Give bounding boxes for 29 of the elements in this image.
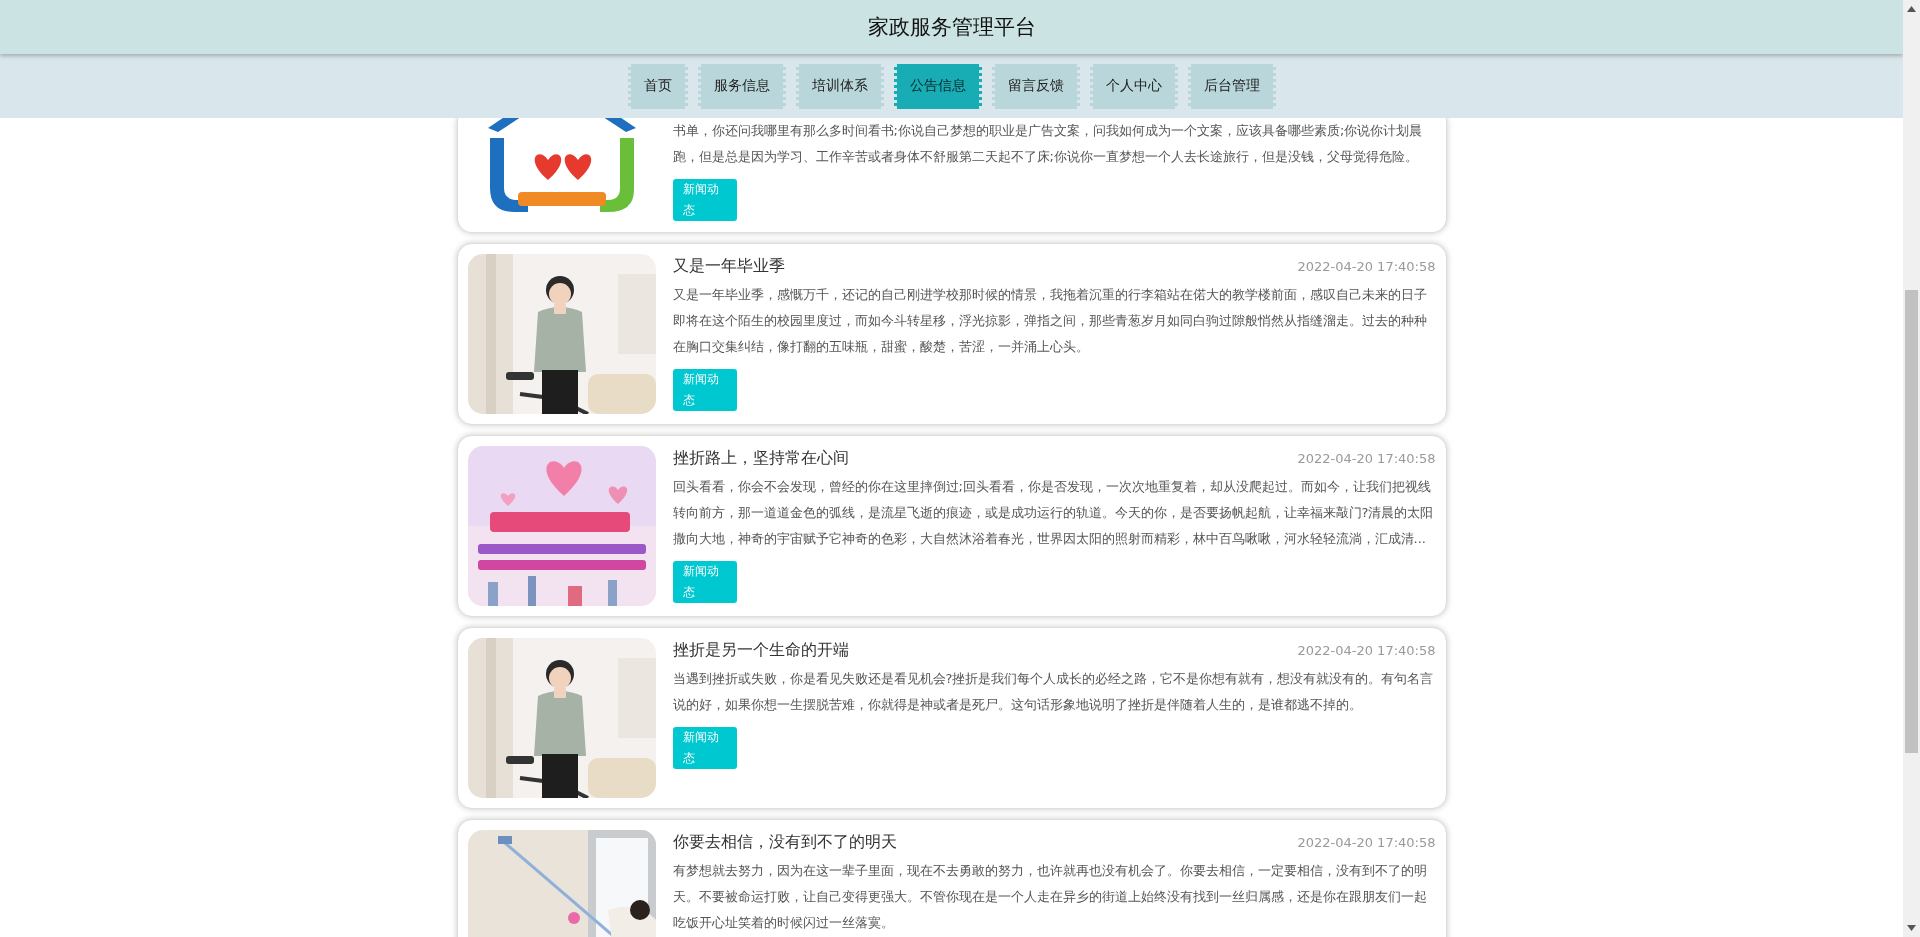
- up-arrow-icon[interactable]: [1907, 6, 1916, 12]
- nav-tab[interactable]: 个人中心: [1089, 63, 1178, 109]
- article-date: 2022-04-20 17:40:58: [1297, 834, 1436, 850]
- article-title[interactable]: 挫折是另一个生命的开端: [672, 639, 849, 661]
- nav-tab[interactable]: 留言反馈: [991, 63, 1080, 109]
- nav-tab[interactable]: 服务信息: [697, 63, 786, 109]
- scrollbar-thumb[interactable]: [1905, 290, 1918, 753]
- category-tag: 新闻动态: [672, 369, 737, 411]
- article-summary: 又是一年毕业季，感慨万千，还记的自己刚进学校那时候的情景，我拖着沉重的行李箱站在偌大的教学楼前面，感叹自己未来的日子即将在这个陌生的校园里度过，而如今斗转星移，浮光掠影，弹指之间，那些青葱岁月如同白驹过隙般悄然从指缝溜走。过去的种种在胸口交集纠结，像打翻的五味瓶，甜蜜，酸楚，苦涩，一并涌上心头。: [672, 286, 1428, 356]
- article-title[interactable]: 挫折路上，坚持常在心间: [672, 447, 849, 469]
- article-summary: 书单，你还问我哪里有那么多时间看书;你说自己梦想的职业是广告文案，问我如何成为一个文案，应该具备哪些素质;你说你计划晨跑，但是总是因为学习、工作辛苦或者身体不舒服第二天起不了床;你说你一直梦想一个人去长途旅行，但是没钱，父母觉得危险。: [672, 122, 1424, 166]
- nav-tab[interactable]: 公告信息: [893, 63, 982, 109]
- article-title[interactable]: 你要去相信，没有到不了的明天: [672, 831, 897, 853]
- category-tag: 新闻动态: [672, 179, 737, 221]
- down-arrow-icon[interactable]: [1907, 925, 1916, 931]
- nav-tab[interactable]: 培训体系: [795, 63, 884, 109]
- article-title[interactable]: 又是一年毕业季: [672, 255, 785, 277]
- nav-tab[interactable]: 首页: [627, 63, 688, 109]
- article-summary: 有梦想就去努力，因为在这一辈子里面，现在不去勇敢的努力，也许就再也没有机会了。你要去相信，一定要相信，没有到不了的明天。不要被命运打败，让自己变得更强大。不管你现在是一个人走在异乡的街道上始终没有找到一丝归属感，还是你在跟朋友们一起吃饭开心址笑着的时候闪过一丝落寞。: [672, 862, 1428, 932]
- article-summary: 回头看看，你会不会发现，曾经的你在这里摔倒过;回头看看，你是否发现，一次次地重复着，却从没爬起过。而如今，让我们把视线转向前方，那一道道金色的弧线，是流星飞逝的痕迹，或是成功运行的轨道。今天的你，是否要扬帆起航，让幸福来敲门?清晨的太阳撒向大地，神奇的宇宙赋予它神奇的色彩，大自然沐浴着春光，世界因太阳的照射而精彩，林中百鸟啾啾，河水轻轻流淌，汇成清...: [672, 478, 1435, 548]
- site-title: 家政服务管理平台: [867, 14, 1036, 41]
- category-tag: 新闻动态: [672, 727, 737, 769]
- article-summary: 当遇到挫折或失败，你是看见失败还是看见机会?挫折是我们每个人成长的必经之路，它不是你想有就有，想没有就没有的。有句名言说的好，如果你想一生摆脱苦难，你就得是神或者是死尸。这句话形象地说明了挫折是伴随着人生的，是谁都逃不掉的。: [672, 670, 1435, 714]
- article-date: 2022-04-20 17:40:58: [1297, 450, 1436, 466]
- nav-tab[interactable]: 后台管理: [1187, 63, 1276, 109]
- article-date: 2022-04-20 17:40:58: [1297, 258, 1436, 274]
- category-tag: 新闻动态: [672, 561, 737, 603]
- scrollbar[interactable]: [1903, 0, 1920, 937]
- article-date: 2022-04-20 17:40:58: [1297, 642, 1436, 658]
